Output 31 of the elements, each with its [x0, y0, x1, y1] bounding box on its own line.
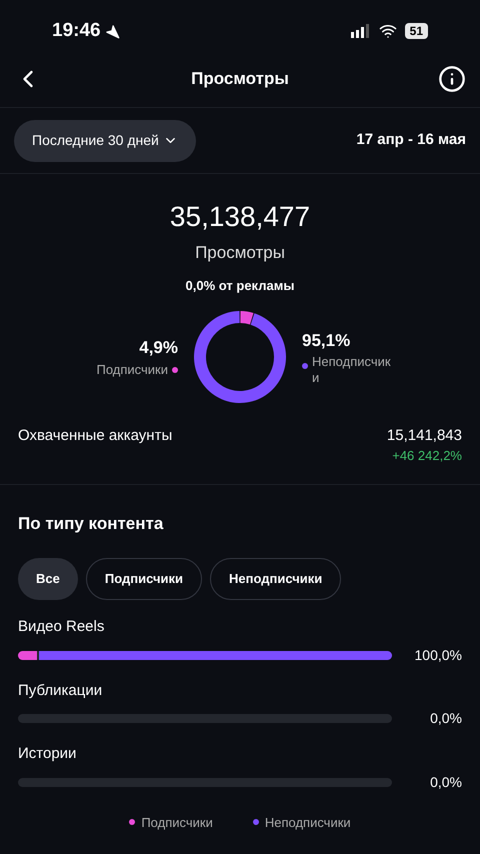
wifi-icon	[378, 22, 397, 40]
battery-icon: 51	[404, 23, 428, 39]
legend-label: Неподписчики	[264, 814, 351, 832]
percent-value: 4,9%	[139, 336, 178, 358]
content-type-label: Истории	[18, 744, 78, 764]
content-type-label: Публикации	[18, 680, 104, 700]
filter-chip[interactable]: Подписчики	[86, 558, 202, 600]
date-range: 17 апр - 16 мая	[356, 130, 466, 150]
signal-icon	[350, 24, 371, 38]
reach-change: +46 242,2%	[392, 448, 462, 464]
reach-value: 15,141,843	[386, 426, 462, 446]
status-time: 19:46	[52, 18, 101, 43]
views-label: Просмотры	[195, 242, 285, 264]
page-title: Просмотры	[191, 68, 289, 90]
period-dropdown[interactable]: Последние 30 дней	[14, 120, 196, 162]
ads-share: 0,0% от рекламы	[186, 276, 294, 295]
percent-value: 95,1%	[302, 330, 350, 352]
section-title: По типу контента	[18, 512, 164, 534]
filter-chip[interactable]: Неподписчики	[210, 558, 342, 600]
content-type-label: Видео Reels	[18, 617, 106, 637]
filter-chip[interactable]: Все	[18, 558, 78, 600]
location-icon	[104, 24, 120, 38]
audience-label: Подписчики	[96, 361, 168, 379]
legend-label: Подписчики	[141, 814, 213, 832]
percent-reading: 100,0%	[414, 646, 462, 664]
percent-reading: 0,0%	[430, 772, 462, 792]
reach-label: Охваченные аккаунты	[18, 426, 172, 446]
percent-reading: 0,0%	[430, 709, 462, 728]
info-icon[interactable]	[438, 64, 466, 92]
total-views: 35,138,477	[170, 200, 310, 234]
audience-label: Неподписчики	[312, 354, 392, 386]
